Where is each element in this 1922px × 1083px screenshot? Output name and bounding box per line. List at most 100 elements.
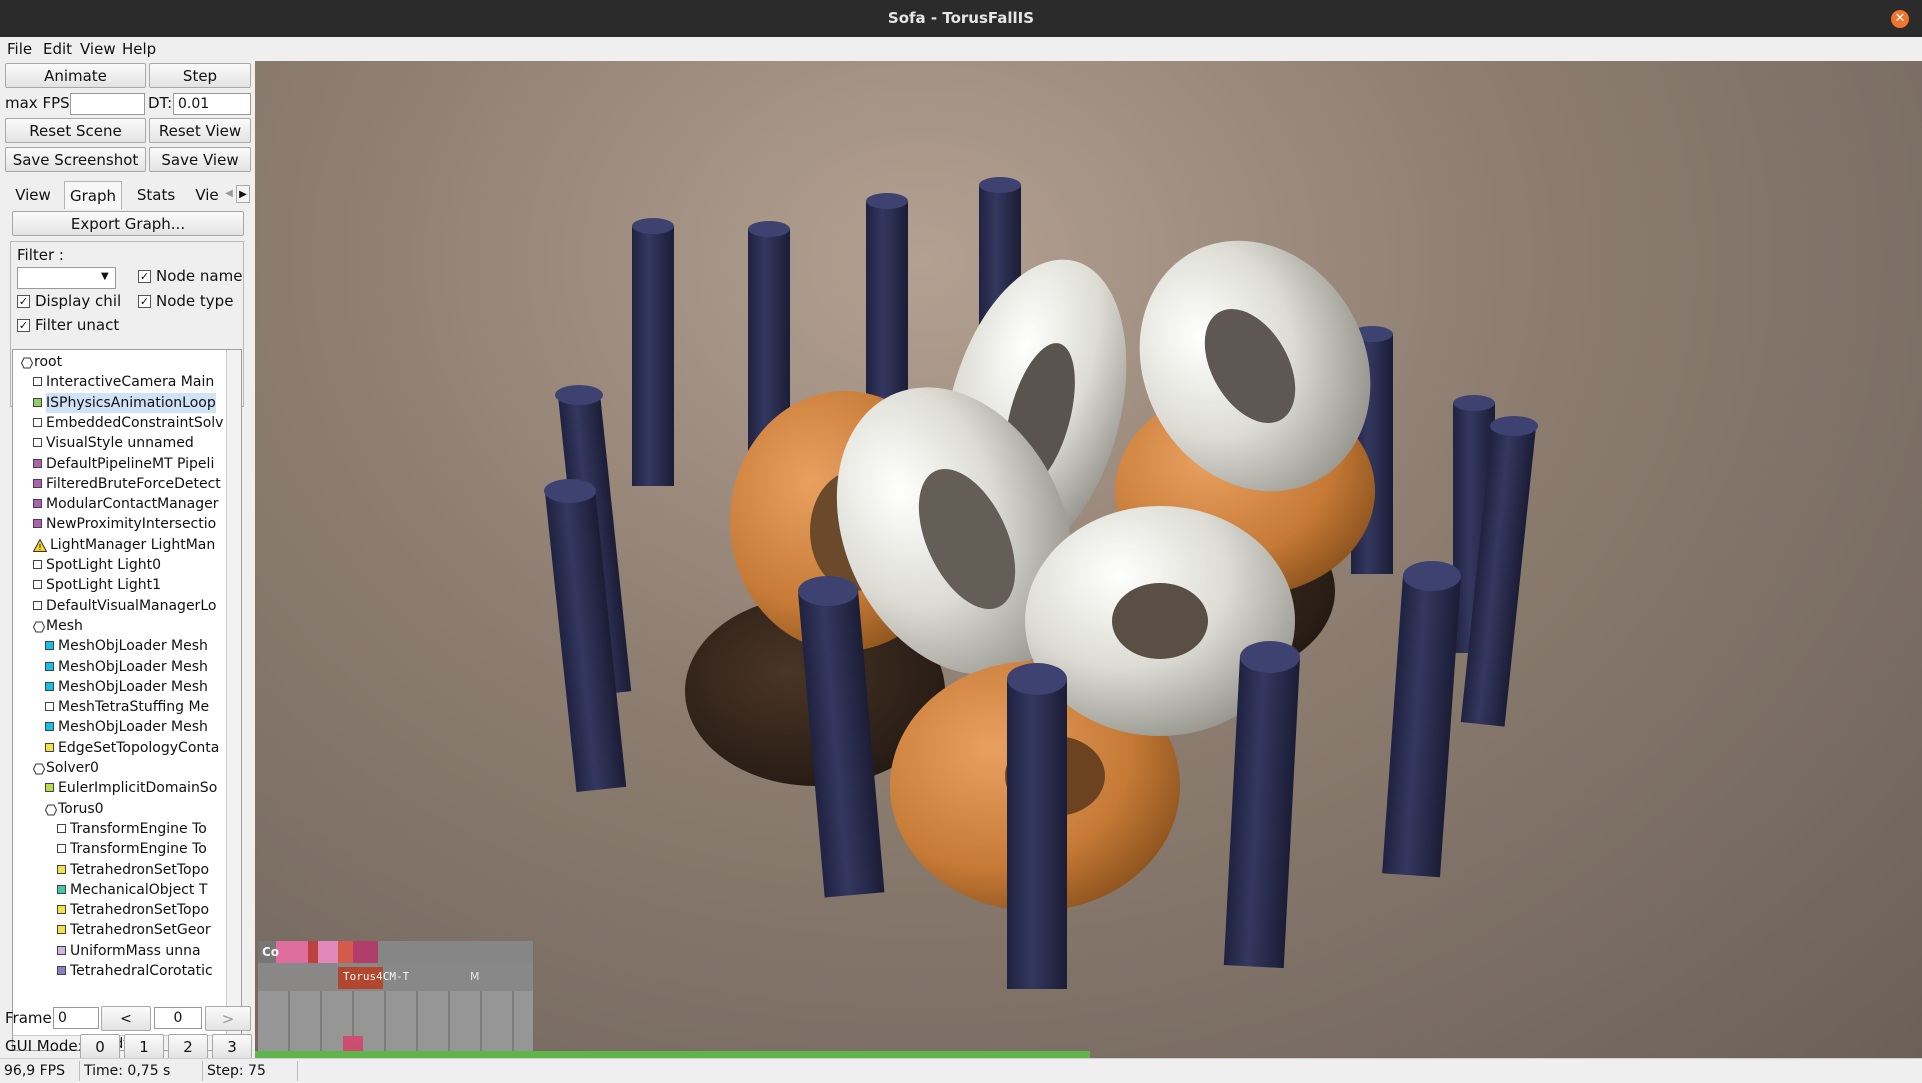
timer-overlay-sublabel: Torus4CM-T bbox=[343, 970, 410, 983]
gui-mode-1-button[interactable]: 1 bbox=[124, 1034, 164, 1059]
gui-mode-0-button[interactable]: 0 bbox=[80, 1034, 120, 1059]
component-square-icon bbox=[33, 478, 42, 488]
tree-row[interactable]: NewProximityIntersectio bbox=[13, 514, 227, 534]
gui-mode-2-button[interactable]: 2 bbox=[168, 1034, 208, 1059]
filter-label: Filter : bbox=[17, 246, 64, 264]
menu-file[interactable]: File bbox=[3, 37, 36, 61]
tree-row[interactable]: DefaultPipelineMT Pipeli bbox=[13, 454, 227, 474]
filter-unactive-label: Filter unactiv bbox=[35, 316, 120, 334]
step-button[interactable]: Step bbox=[149, 63, 251, 88]
tree-row[interactable]: Solver0 bbox=[13, 758, 227, 778]
component-square-icon bbox=[45, 742, 54, 752]
tree-row-label: FilteredBruteForceDetect bbox=[46, 475, 221, 492]
tab-graph[interactable]: Graph bbox=[64, 181, 122, 209]
component-square-icon bbox=[45, 702, 54, 712]
tree-row[interactable]: FilteredBruteForceDetect bbox=[13, 474, 227, 494]
node-type-checkbox[interactable]: ✓ bbox=[138, 295, 151, 308]
menu-bar: File Edit View Help bbox=[0, 37, 1922, 62]
export-graph-button[interactable]: Export Graph... bbox=[12, 211, 244, 236]
tree-row[interactable]: TransformEngine To bbox=[13, 819, 227, 839]
tree-row-label: NewProximityIntersectio bbox=[46, 516, 217, 533]
tree-row[interactable]: TetrahedronSetTopo bbox=[13, 900, 227, 920]
dt-input[interactable]: 0.01 bbox=[173, 93, 251, 115]
tree-row[interactable]: SpotLight Light0 bbox=[13, 555, 227, 575]
menu-help[interactable]: Help bbox=[118, 37, 160, 61]
frame-next-button[interactable]: > bbox=[205, 1006, 251, 1031]
tree-row[interactable]: EdgeSetTopologyConta bbox=[13, 738, 227, 758]
tab-view-2[interactable]: Vie bbox=[190, 181, 224, 209]
node-hexagon-icon bbox=[20, 355, 34, 369]
tree-row[interactable]: MeshObjLoader Mesh bbox=[13, 636, 227, 656]
tree-row[interactable]: MeshObjLoader Mesh bbox=[13, 677, 227, 697]
tree-row-label: MeshObjLoader Mesh bbox=[58, 638, 208, 655]
tree-vertical-scrollbar[interactable] bbox=[226, 350, 241, 1036]
filter-unactive-checkbox[interactable]: ✓ bbox=[17, 319, 30, 332]
frame-spinbox[interactable]: 0 bbox=[53, 1007, 99, 1029]
frame-count-input[interactable]: 0 bbox=[154, 1007, 202, 1029]
tree-row[interactable]: root bbox=[13, 352, 227, 372]
component-square-icon bbox=[57, 864, 66, 874]
tree-row[interactable]: MechanicalObject T bbox=[13, 880, 227, 900]
tree-row[interactable]: MeshObjLoader Mesh bbox=[13, 657, 227, 677]
control-panel: Animate Step max FPS: DT: 0.01 Reset Sce… bbox=[0, 61, 255, 1059]
tab-stats[interactable]: Stats bbox=[128, 181, 184, 209]
gui-mode-3-button[interactable]: 3 bbox=[212, 1034, 252, 1059]
timer-overlay: Co Torus4CM-T M bbox=[258, 941, 533, 1058]
max-fps-input[interactable] bbox=[70, 93, 145, 115]
scene-graph-tree[interactable]: root InteractiveCamera Main ISPhysicsAnima… bbox=[12, 349, 242, 1051]
frame-label: Frame: bbox=[5, 1009, 57, 1027]
menu-view[interactable]: View bbox=[76, 37, 120, 61]
warning-icon: ! bbox=[32, 538, 48, 552]
tree-row[interactable]: MeshTetraStuffing Me bbox=[13, 697, 227, 717]
menu-edit[interactable]: Edit bbox=[39, 37, 76, 61]
dt-label: DT: bbox=[148, 94, 173, 112]
component-square-icon bbox=[45, 722, 54, 732]
component-square-icon bbox=[33, 600, 42, 610]
component-square-icon bbox=[33, 580, 42, 590]
node-name-checkbox[interactable]: ✓ bbox=[138, 270, 151, 283]
tree-row[interactable]: MeshObjLoader Mesh bbox=[13, 717, 227, 737]
tree-row[interactable]: UniformMass unna bbox=[13, 941, 227, 961]
tree-row[interactable]: ModularContactManager bbox=[13, 494, 227, 514]
tree-row-label: MechanicalObject T bbox=[70, 881, 208, 898]
tree-row[interactable]: DefaultVisualManagerLo bbox=[13, 596, 227, 616]
tree-row[interactable]: TetrahedronSetTopo bbox=[13, 860, 227, 880]
frame-prev-button[interactable]: < (dt0) bbox=[101, 1006, 151, 1052]
component-square-icon bbox=[57, 945, 66, 955]
tab-scroll-right-icon[interactable]: ▶ bbox=[236, 185, 250, 203]
tree-row[interactable]: SpotLight Light1 bbox=[13, 575, 227, 595]
tree-row[interactable]: VisualStyle unnamed bbox=[13, 433, 227, 453]
tree-row[interactable]: ! LightManager LightMan bbox=[13, 535, 227, 555]
tab-scroll-left-icon[interactable]: ◀ bbox=[222, 185, 236, 203]
reset-scene-button[interactable]: Reset Scene bbox=[5, 118, 146, 143]
tree-row[interactable]: InteractiveCamera Main bbox=[13, 372, 227, 392]
tree-row-label: SpotLight Light1 bbox=[46, 577, 162, 594]
tree-row-label: EdgeSetTopologyConta bbox=[58, 739, 220, 756]
tree-row[interactable]: TetrahedronSetGeor bbox=[13, 920, 227, 940]
close-icon[interactable]: ✕ bbox=[1891, 10, 1909, 28]
tree-row[interactable]: TransformEngine To bbox=[13, 839, 227, 859]
tree-row-label: EulerImplicitDomainSo bbox=[58, 780, 218, 797]
status-bar: 96,9 FPS Time: 0,75 s Step: 75 bbox=[0, 1058, 1922, 1083]
component-square-icon bbox=[57, 884, 66, 894]
tree-row[interactable]: TetrahedralCorotatic bbox=[13, 961, 227, 981]
reset-view-button[interactable]: Reset View bbox=[149, 118, 251, 143]
tree-row[interactable]: EmbeddedConstraintSolv bbox=[13, 413, 227, 433]
node-hexagon-icon bbox=[44, 802, 58, 816]
save-screenshot-button[interactable]: Save Screenshot bbox=[5, 147, 146, 172]
tree-row[interactable]: ISPhysicsAnimationLoop bbox=[13, 392, 227, 413]
component-square-icon bbox=[33, 397, 42, 407]
animate-button[interactable]: Animate bbox=[5, 63, 146, 88]
display-children-checkbox[interactable]: ✓ bbox=[17, 295, 30, 308]
tree-row[interactable]: Mesh bbox=[13, 616, 227, 636]
tab-view[interactable]: View bbox=[8, 181, 58, 209]
tree-row-label: TransformEngine To bbox=[70, 841, 207, 858]
tree-row-label: Solver0 bbox=[46, 760, 99, 776]
tree-row-label: DefaultPipelineMT Pipeli bbox=[46, 455, 215, 472]
3d-viewport[interactable]: Co Torus4CM-T M bbox=[255, 61, 1922, 1058]
tree-row-label: DefaultVisualManagerLo bbox=[46, 597, 217, 614]
save-view-button[interactable]: Save View bbox=[149, 147, 251, 172]
component-square-icon bbox=[57, 823, 66, 833]
tree-row[interactable]: EulerImplicitDomainSo bbox=[13, 778, 227, 798]
tree-row[interactable]: Torus0 bbox=[13, 799, 227, 819]
